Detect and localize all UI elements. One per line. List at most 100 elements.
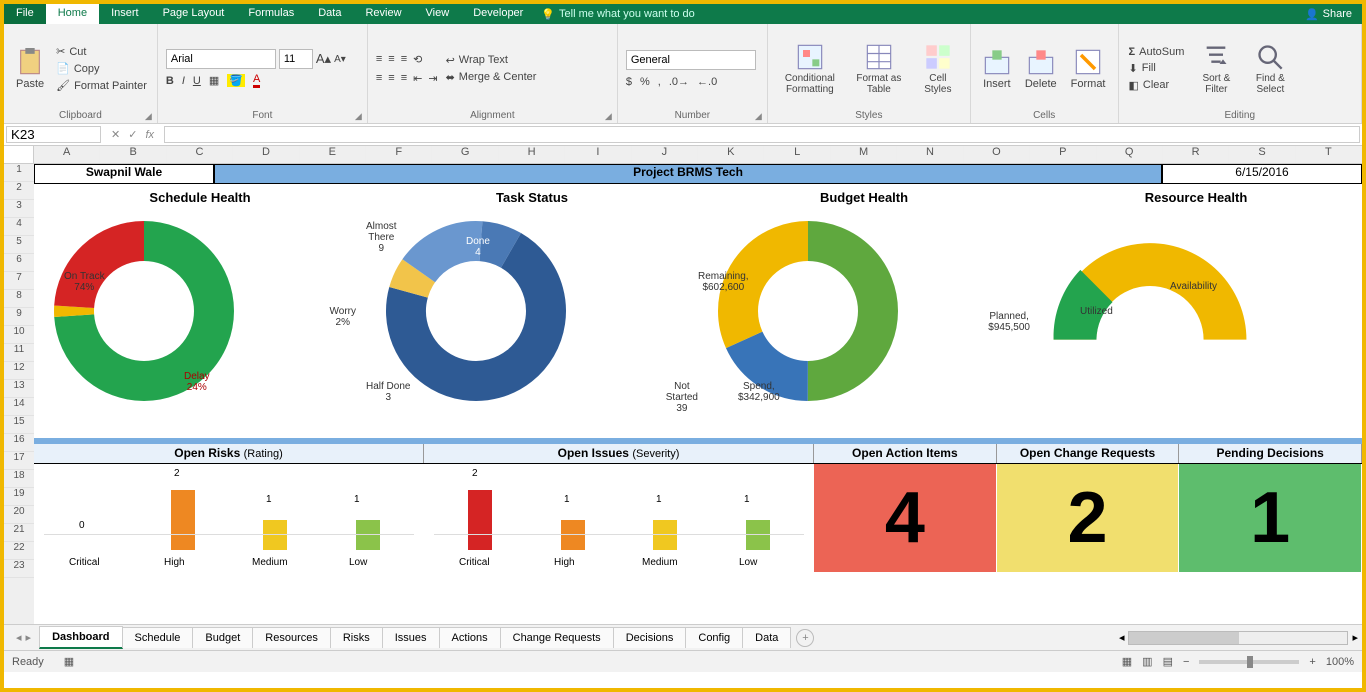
- fx-icon[interactable]: fx: [145, 129, 154, 141]
- menu-data[interactable]: Data: [306, 4, 353, 24]
- col-header[interactable]: K: [698, 146, 764, 163]
- paste-button[interactable]: Paste: [12, 28, 48, 109]
- delete-button[interactable]: Delete: [1021, 28, 1061, 109]
- row-header[interactable]: 9: [4, 308, 34, 326]
- row-header[interactable]: 23: [4, 560, 34, 578]
- scroll-right-icon[interactable]: ▸: [1352, 631, 1358, 644]
- col-header[interactable]: Q: [1097, 146, 1163, 163]
- dialog-launcher-icon[interactable]: ◢: [755, 111, 765, 121]
- decrease-decimal-icon[interactable]: ←.0: [697, 76, 717, 88]
- row-header[interactable]: 14: [4, 398, 34, 416]
- new-sheet-button[interactable]: +: [796, 629, 814, 647]
- merge-center-button[interactable]: ⬌Merge & Center: [444, 70, 539, 85]
- decrease-indent-icon[interactable]: ⇤: [413, 72, 422, 85]
- col-header[interactable]: E: [300, 146, 366, 163]
- format-button[interactable]: Format: [1067, 28, 1110, 109]
- find-select-button[interactable]: Find & Select: [1246, 28, 1294, 109]
- insert-button[interactable]: Insert: [979, 28, 1015, 109]
- font-color-button[interactable]: A: [253, 73, 260, 88]
- currency-icon[interactable]: $: [626, 76, 632, 88]
- dialog-launcher-icon[interactable]: ◢: [145, 111, 155, 121]
- menu-view[interactable]: View: [414, 4, 462, 24]
- row-header[interactable]: 13: [4, 380, 34, 398]
- zoom-level[interactable]: 100%: [1326, 656, 1354, 668]
- col-header[interactable]: M: [831, 146, 897, 163]
- format-painter-button[interactable]: 🖌Format Painter: [54, 78, 149, 93]
- percent-icon[interactable]: %: [640, 76, 650, 88]
- cancel-icon[interactable]: ✕: [111, 128, 120, 141]
- tab-nav-first-icon[interactable]: ◂: [16, 631, 22, 644]
- menu-insert[interactable]: Insert: [99, 4, 151, 24]
- row-header[interactable]: 5: [4, 236, 34, 254]
- zoom-slider[interactable]: [1199, 660, 1299, 664]
- decrease-font-icon[interactable]: A▾: [334, 54, 346, 65]
- sort-filter-button[interactable]: Sort & Filter: [1192, 28, 1240, 109]
- col-header[interactable]: D: [233, 146, 299, 163]
- menu-page-layout[interactable]: Page Layout: [151, 4, 237, 24]
- font-size-select[interactable]: [279, 49, 313, 69]
- row-header[interactable]: 4: [4, 218, 34, 236]
- align-left-icon[interactable]: ≡: [376, 72, 382, 84]
- align-center-icon[interactable]: ≡: [388, 72, 394, 84]
- format-as-table-button[interactable]: Format as Table: [850, 28, 908, 109]
- copy-button[interactable]: 📄Copy: [54, 61, 149, 76]
- col-header[interactable]: I: [565, 146, 631, 163]
- col-header[interactable]: F: [366, 146, 432, 163]
- align-bottom-icon[interactable]: ≡: [401, 53, 407, 65]
- col-header[interactable]: O: [964, 146, 1030, 163]
- horizontal-scrollbar[interactable]: [1128, 631, 1348, 645]
- share-button[interactable]: 👤 Share: [1295, 4, 1362, 24]
- row-header[interactable]: 6: [4, 254, 34, 272]
- col-header[interactable]: S: [1229, 146, 1295, 163]
- bold-button[interactable]: B: [166, 75, 174, 87]
- sheet-tab-schedule[interactable]: Schedule: [122, 627, 194, 648]
- row-header[interactable]: 19: [4, 488, 34, 506]
- view-normal-icon[interactable]: ▦: [1122, 655, 1132, 668]
- row-header[interactable]: 22: [4, 542, 34, 560]
- view-page-layout-icon[interactable]: ▥: [1142, 655, 1152, 668]
- fill-color-button[interactable]: 🪣: [227, 74, 245, 87]
- row-header[interactable]: 7: [4, 272, 34, 290]
- enter-icon[interactable]: ✓: [128, 128, 137, 141]
- dialog-launcher-icon[interactable]: ◢: [605, 111, 615, 121]
- row-header[interactable]: 15: [4, 416, 34, 434]
- align-top-icon[interactable]: ≡: [376, 53, 382, 65]
- col-header[interactable]: G: [432, 146, 498, 163]
- sheet-tab-budget[interactable]: Budget: [192, 627, 253, 648]
- view-page-break-icon[interactable]: ▤: [1163, 655, 1173, 668]
- orientation-icon[interactable]: ⟲: [413, 53, 422, 66]
- tab-nav-last-icon[interactable]: ▸: [26, 631, 32, 644]
- col-header[interactable]: L: [764, 146, 830, 163]
- increase-indent-icon[interactable]: ⇥: [428, 72, 437, 85]
- select-all-button[interactable]: [4, 146, 34, 163]
- row-header[interactable]: 11: [4, 344, 34, 362]
- row-header[interactable]: 10: [4, 326, 34, 344]
- sheet-tab-config[interactable]: Config: [685, 627, 743, 648]
- row-header[interactable]: 8: [4, 290, 34, 308]
- zoom-in-icon[interactable]: +: [1309, 656, 1315, 668]
- col-header[interactable]: B: [100, 146, 166, 163]
- row-header[interactable]: 18: [4, 470, 34, 488]
- row-header[interactable]: 21: [4, 524, 34, 542]
- increase-decimal-icon[interactable]: .0→: [669, 76, 689, 88]
- cell-styles-button[interactable]: Cell Styles: [914, 28, 962, 109]
- sheet-grid[interactable]: Swapnil Wale Project BRMS Tech 6/15/2016…: [34, 164, 1362, 624]
- italic-button[interactable]: I: [182, 75, 185, 87]
- conditional-formatting-button[interactable]: Conditional Formatting: [776, 28, 844, 109]
- wrap-text-button[interactable]: ↩Wrap Text: [444, 53, 539, 68]
- sheet-tab-change-requests[interactable]: Change Requests: [500, 627, 614, 648]
- sheet-tab-risks[interactable]: Risks: [330, 627, 383, 648]
- row-header[interactable]: 17: [4, 452, 34, 470]
- col-header[interactable]: H: [499, 146, 565, 163]
- sheet-tab-issues[interactable]: Issues: [382, 627, 440, 648]
- autosum-button[interactable]: ΣAutoSum: [1127, 45, 1187, 59]
- fill-button[interactable]: ⬇Fill: [1127, 61, 1187, 76]
- row-header[interactable]: 3: [4, 200, 34, 218]
- row-header[interactable]: 16: [4, 434, 34, 452]
- col-header[interactable]: A: [34, 146, 100, 163]
- sheet-tab-decisions[interactable]: Decisions: [613, 627, 687, 648]
- menu-file[interactable]: File: [4, 4, 46, 24]
- name-box[interactable]: [6, 126, 101, 143]
- col-header[interactable]: P: [1030, 146, 1096, 163]
- cut-button[interactable]: ✂Cut: [54, 44, 149, 59]
